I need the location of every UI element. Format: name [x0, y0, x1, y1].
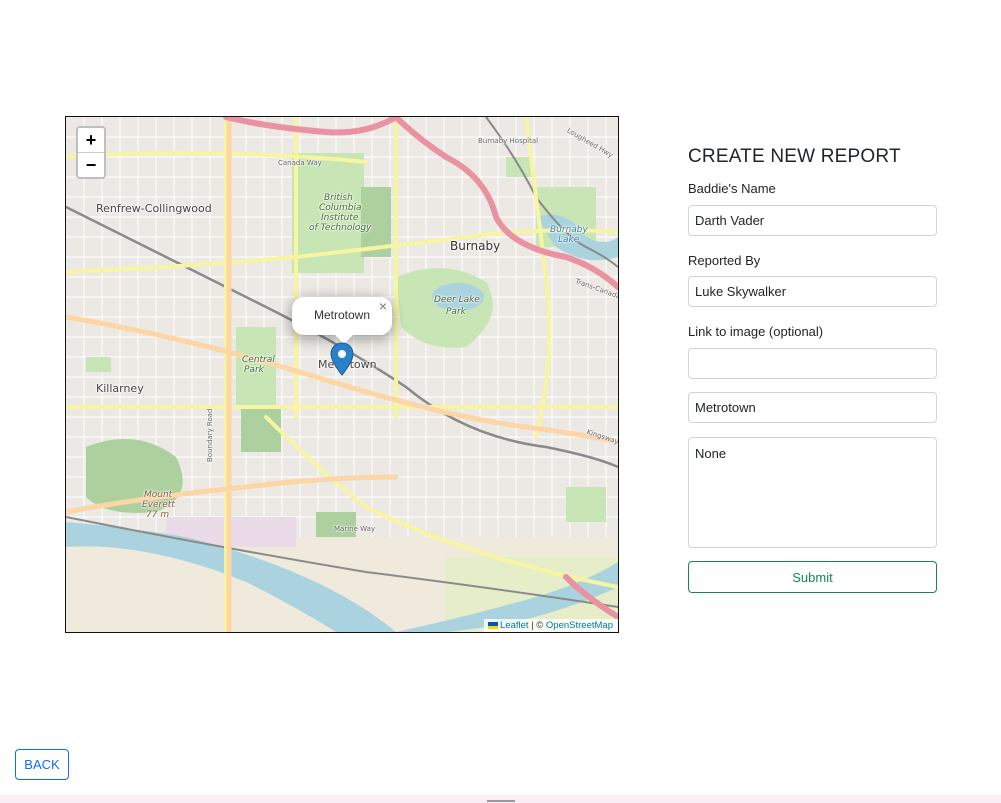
map-label-mount-everett-3: 77 m: [146, 510, 170, 520]
map-label-deer-lake-2: Park: [446, 307, 466, 317]
zoom-out-button[interactable]: −: [78, 152, 104, 177]
popup-text: Metrotown: [313, 308, 371, 322]
bottom-handle[interactable]: [487, 800, 515, 802]
reported-by-label: Reported By: [688, 253, 761, 268]
page: Renfrew-Collingwood Burnaby British Colu…: [0, 0, 1001, 803]
attribution-separator: | ©: [528, 620, 546, 631]
report-form: CREATE NEW REPORT Baddie's Name Reported…: [688, 146, 937, 593]
map-label-boundary-road: Boundary Road: [206, 408, 214, 462]
map-label-mount-everett-1: Mount: [144, 490, 173, 500]
map-label-marine-way: Marine Way: [334, 525, 376, 533]
map-label-bcit-3: Institute: [321, 213, 359, 223]
image-link-label: Link to image (optional): [688, 324, 824, 339]
form-title: CREATE NEW REPORT: [688, 146, 901, 167]
map-label-bcit-2: Columbia: [319, 203, 362, 213]
baddie-name-label: Baddie's Name: [688, 181, 776, 196]
openstreetmap-link[interactable]: OpenStreetMap: [546, 620, 613, 631]
map-label-central-park-2: Park: [244, 365, 264, 375]
zoom-in-button[interactable]: +: [78, 128, 104, 152]
map-label-burnaby-lake-1: Burnaby: [550, 225, 588, 235]
map-label-killarney: Killarney: [96, 382, 144, 395]
map-label-renfrew: Renfrew-Collingwood: [96, 202, 212, 215]
popup-close-icon[interactable]: ×: [379, 298, 387, 314]
map-label-central-park-1: Central: [242, 355, 275, 365]
zoom-control: + −: [76, 126, 106, 179]
baddie-name-input[interactable]: [688, 205, 937, 236]
map-label-canada-way: Canada Way: [278, 159, 322, 167]
submit-button[interactable]: Submit: [688, 561, 937, 593]
map-label-mount-everett-2: Everett: [142, 500, 175, 510]
map-container[interactable]: Renfrew-Collingwood Burnaby British Colu…: [65, 116, 619, 633]
map-label-burnaby: Burnaby: [450, 239, 501, 253]
marker-popup: Metrotown ×: [292, 297, 392, 335]
ukraine-flag-icon: [488, 622, 498, 629]
leaflet-link[interactable]: Leaflet: [500, 620, 529, 631]
back-button[interactable]: BACK: [15, 749, 69, 780]
location-input[interactable]: [688, 392, 937, 423]
description-textarea[interactable]: None: [688, 437, 937, 548]
reported-by-input[interactable]: [688, 276, 937, 307]
map-label-bcit-1: British: [324, 193, 353, 203]
image-link-input[interactable]: [688, 348, 937, 379]
map-label-burnaby-hospital: Burnaby Hospital: [478, 137, 539, 145]
map-attribution: Leaflet | © OpenStreetMap: [484, 619, 618, 632]
map-label-deer-lake-1: Deer Lake: [434, 295, 480, 305]
map-marker-icon[interactable]: [330, 342, 354, 376]
map-label-burnaby-lake-2: Lake: [558, 235, 580, 245]
map-label-bcit-4: of Technology: [309, 223, 372, 233]
